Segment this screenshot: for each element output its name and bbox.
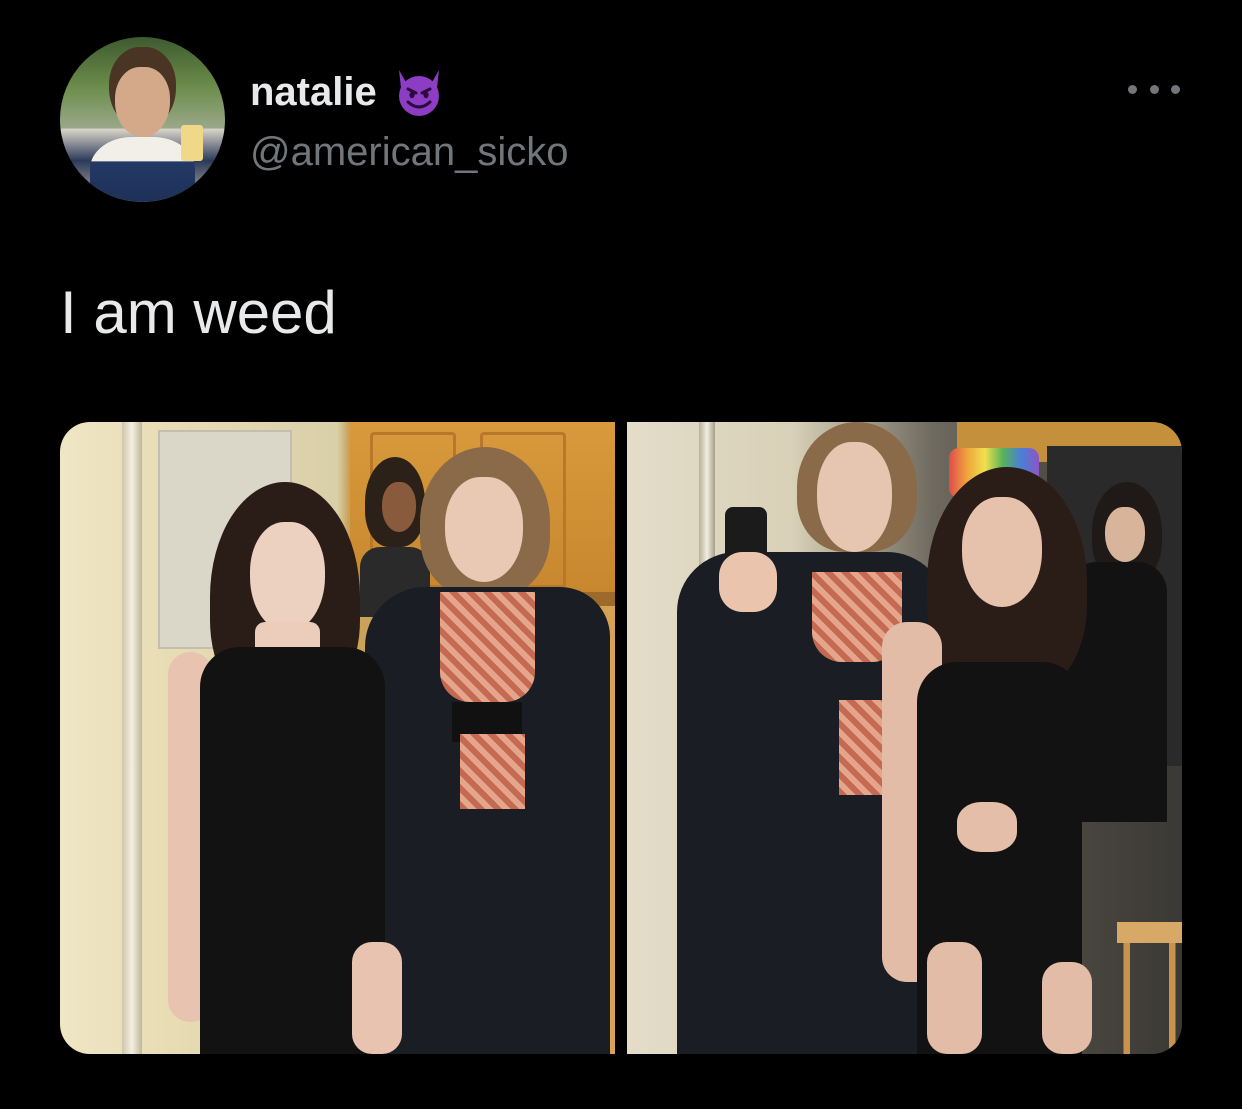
more-dot-icon (1171, 84, 1180, 94)
background-person-face (382, 482, 416, 532)
dress-person-face (962, 497, 1042, 607)
background-person-face (1105, 507, 1145, 562)
dress-person-leg (927, 942, 982, 1054)
stomach-tattoo (460, 734, 525, 809)
photo-1[interactable] (60, 422, 615, 1054)
dress-person-leg (352, 942, 402, 1054)
more-dot-icon (1128, 84, 1137, 94)
more-options-button[interactable] (1128, 74, 1180, 104)
author-handle[interactable]: @american_sicko (250, 128, 569, 176)
mirror-frame (122, 422, 142, 1054)
suit-person-face (817, 442, 892, 552)
chest-tattoo (440, 592, 535, 702)
avatar-face (115, 67, 170, 137)
wooden-stool (1117, 922, 1182, 1054)
smiling-face-with-horns-icon (391, 66, 447, 118)
dress-person-leg (1042, 962, 1092, 1054)
dress-person-face (250, 522, 325, 632)
suit-person-face (445, 477, 523, 582)
hand-on-waist (957, 802, 1017, 852)
media-grid (60, 422, 1182, 1054)
avatar[interactable] (60, 37, 225, 202)
photo-2[interactable] (627, 422, 1182, 1054)
avatar-body (90, 137, 195, 202)
tweet: natalie @american_sicko I am weed (0, 0, 1242, 1109)
more-dot-icon (1149, 84, 1159, 94)
tweet-text: I am weed (60, 279, 337, 346)
hand-holding-phone (719, 552, 777, 612)
author-name-row: natalie (250, 66, 447, 118)
avatar-drink (181, 125, 203, 161)
display-name[interactable]: natalie (250, 66, 377, 118)
